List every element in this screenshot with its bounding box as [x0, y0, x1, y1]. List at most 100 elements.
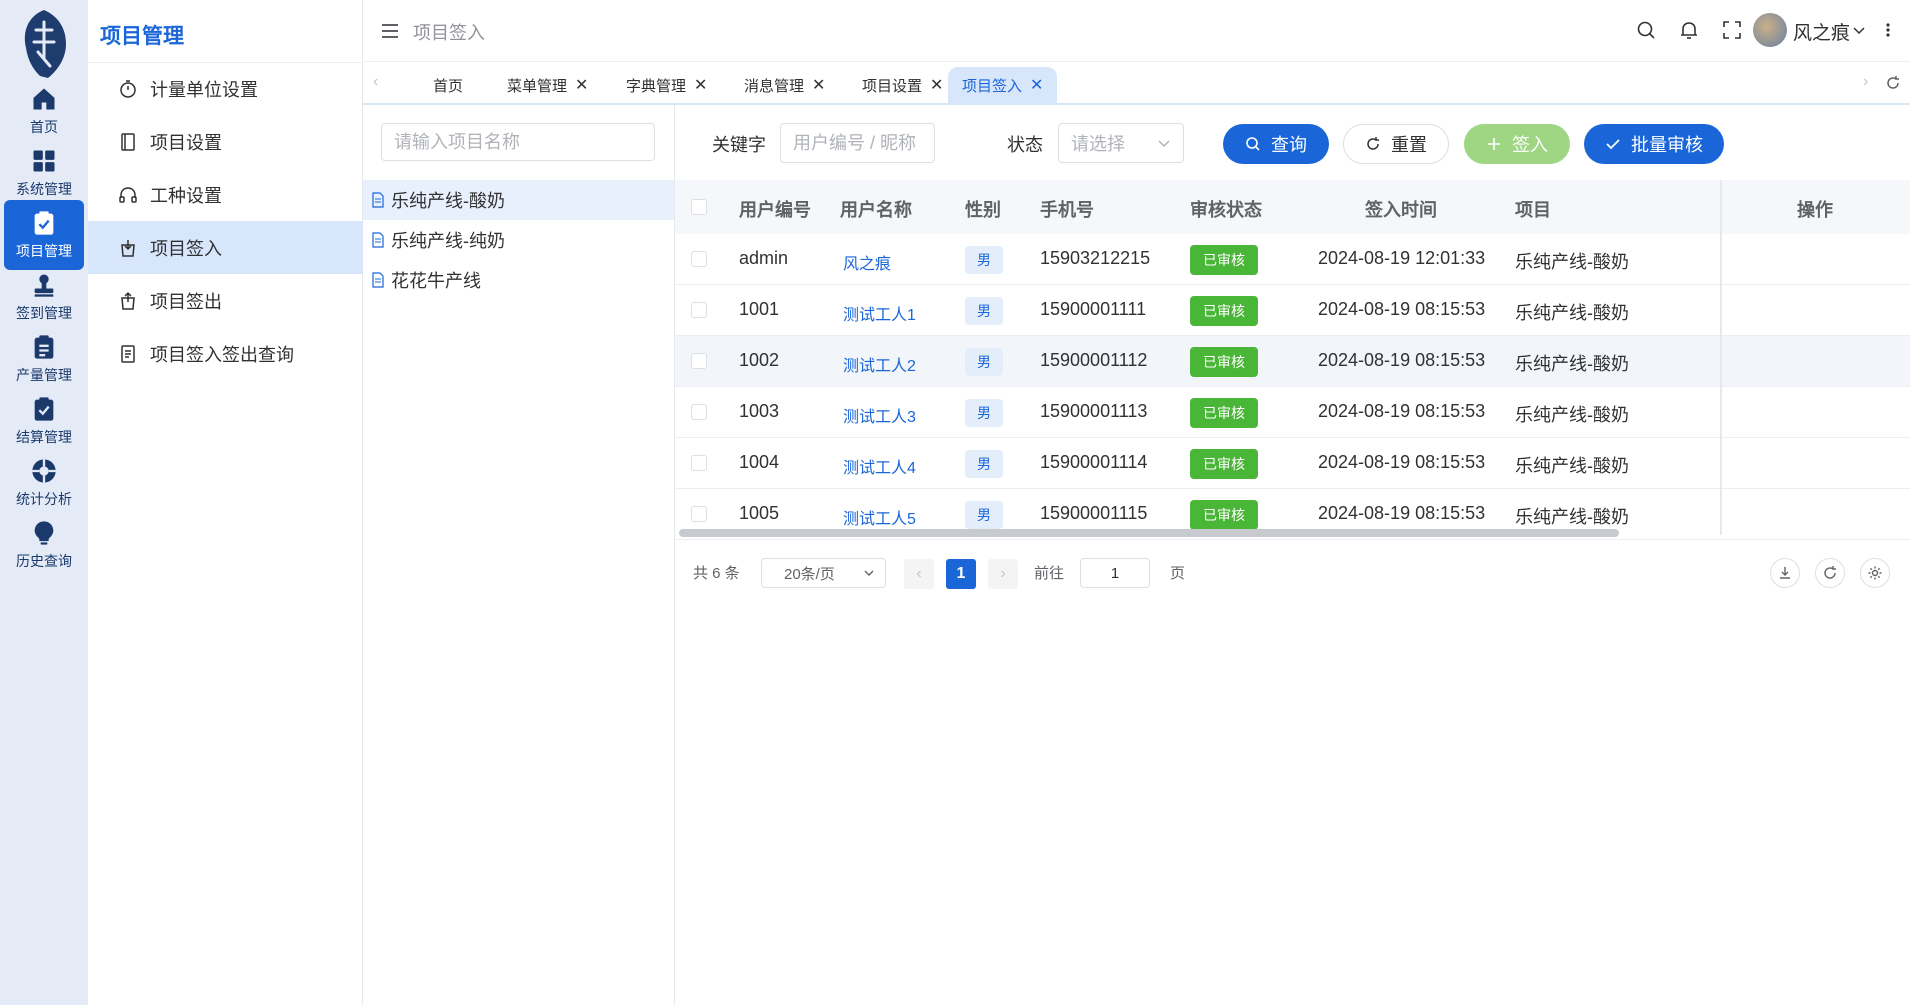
cell-user-name[interactable]: 测试工人2: [843, 352, 916, 376]
tab-message-management[interactable]: 消息管理 ✕: [730, 67, 839, 103]
checkin-button[interactable]: 签入: [1464, 124, 1570, 164]
export-button[interactable]: [1770, 558, 1800, 588]
refresh-button[interactable]: [1815, 558, 1845, 588]
cell-phone: 15900001113: [1040, 401, 1148, 421]
tree-item-project[interactable]: 乐纯产线-酸奶: [363, 180, 674, 220]
gender-tag: 男: [965, 399, 1003, 427]
rail-item-stats[interactable]: 统计分析: [4, 448, 84, 518]
submenu-item-label: 工种设置: [150, 185, 222, 206]
close-icon[interactable]: ✕: [812, 75, 825, 95]
cell-user-name[interactable]: 测试工人3: [843, 403, 916, 427]
status-select[interactable]: 请选择: [1058, 123, 1184, 163]
cell-user-id: 1004: [739, 452, 780, 472]
stamp-icon: [34, 274, 54, 297]
username[interactable]: 风之痕: [1793, 18, 1850, 45]
submenu-item-label: 项目签出: [150, 291, 222, 312]
submenu-item-project-settings[interactable]: 项目设置: [88, 115, 363, 168]
column-header[interactable]: 签入时间: [1365, 196, 1437, 222]
bell-icon[interactable]: [1678, 19, 1700, 41]
gender-tag: 男: [965, 450, 1003, 478]
batch-review-button[interactable]: 批量审核: [1584, 124, 1724, 164]
close-icon[interactable]: ✕: [1030, 75, 1043, 95]
column-header[interactable]: 用户名称: [840, 196, 912, 222]
rail-item-home[interactable]: 首页: [4, 76, 84, 146]
project-search-input[interactable]: [381, 123, 655, 161]
row-checkbox[interactable]: [691, 506, 707, 522]
rail-item-history[interactable]: 历史查询: [4, 510, 84, 580]
rail-item-system[interactable]: 系统管理: [4, 138, 84, 208]
column-header[interactable]: 手机号: [1040, 196, 1094, 222]
status-badge: 已审核: [1190, 245, 1258, 275]
keyword-input[interactable]: [780, 123, 935, 163]
prev-page-button[interactable]: ‹: [904, 559, 934, 589]
horizontal-scrollbar[interactable]: [679, 529, 1619, 537]
column-settings-button[interactable]: [1860, 558, 1890, 588]
tree-item-project[interactable]: 乐纯产线-纯奶: [363, 220, 674, 260]
cell-checkin-time: 2024-08-19 12:01:33: [1318, 248, 1486, 268]
page-size-value: 20条/页: [784, 565, 835, 583]
row-checkbox[interactable]: [691, 404, 707, 420]
breadcrumb[interactable]: 项目签入: [413, 19, 485, 45]
row-checkbox[interactable]: [691, 251, 707, 267]
page-size-select[interactable]: 20条/页: [761, 558, 886, 588]
tree-item-label: 乐纯产线-酸奶: [391, 191, 505, 211]
cell-phone: 15900001111: [1040, 299, 1147, 319]
status-label: 状态: [1007, 135, 1043, 155]
row-checkbox[interactable]: [691, 455, 707, 471]
close-icon[interactable]: ✕: [694, 75, 707, 95]
check-icon: [1606, 139, 1620, 150]
rail-item-project[interactable]: 项目管理: [4, 200, 84, 270]
tab-home[interactable]: 首页: [419, 67, 477, 103]
tree-item-project[interactable]: 花花牛产线: [363, 260, 674, 300]
page-number-current[interactable]: 1: [946, 559, 976, 589]
document-icon: [121, 344, 135, 363]
icon-rail: 首页 系统管理 项目管理 签到管理 产量管理 结算管理 统计分析 历史查询: [0, 0, 88, 1005]
row-checkbox[interactable]: [691, 302, 707, 318]
rail-item-output[interactable]: 产量管理: [4, 324, 84, 394]
search-button-label: 查询: [1271, 135, 1307, 155]
submenu-item-unit-settings[interactable]: 计量单位设置: [88, 62, 363, 115]
tab-scroll-left-icon[interactable]: ‹: [373, 73, 378, 91]
top-header: 项目签入 风之痕: [363, 0, 1910, 62]
search-icon[interactable]: [1635, 19, 1657, 41]
checkin-button-label: 签入: [1512, 135, 1548, 155]
cell-user-name[interactable]: 风之痕: [843, 250, 891, 274]
column-header[interactable]: 项目: [1515, 196, 1551, 222]
submenu-item-checkin-checkout-query[interactable]: 项目签入签出查询: [88, 327, 363, 380]
search-button[interactable]: 查询: [1223, 124, 1329, 164]
more-vertical-icon[interactable]: [1883, 19, 1893, 41]
cell-user-name[interactable]: 测试工人4: [843, 454, 916, 478]
column-header[interactable]: 性别: [965, 196, 1001, 222]
avatar[interactable]: [1753, 13, 1787, 47]
tab-project-settings[interactable]: 项目设置 ✕: [848, 67, 957, 103]
goto-page-input[interactable]: [1080, 558, 1150, 588]
next-page-button[interactable]: ›: [988, 559, 1018, 589]
tab-project-checkin[interactable]: 项目签入 ✕: [948, 67, 1058, 103]
close-icon[interactable]: ✕: [575, 75, 588, 95]
select-all-checkbox[interactable]: [691, 199, 707, 215]
reset-button[interactable]: 重置: [1343, 124, 1449, 164]
row-checkbox[interactable]: [691, 353, 707, 369]
tab-scroll-right-icon[interactable]: ›: [1863, 73, 1868, 91]
rail-item-label: 系统管理: [16, 181, 72, 197]
tab-menu-management[interactable]: 菜单管理 ✕: [493, 67, 602, 103]
fullscreen-icon[interactable]: [1721, 19, 1743, 41]
submenu-item-worktype-settings[interactable]: 工种设置: [88, 168, 363, 221]
refresh-icon[interactable]: [1885, 75, 1901, 91]
chevron-down-icon[interactable]: [1851, 22, 1867, 38]
menu-toggle-icon[interactable]: [379, 20, 401, 42]
tab-label: 菜单管理: [507, 77, 568, 95]
cell-user-name[interactable]: 测试工人5: [843, 505, 916, 529]
cell-user-name[interactable]: 测试工人1: [843, 301, 916, 325]
rail-item-signin[interactable]: 签到管理: [4, 262, 84, 332]
tab-label: 字典管理: [626, 77, 687, 95]
submenu-item-project-checkout[interactable]: 项目签出: [88, 274, 363, 327]
submenu-item-project-checkin[interactable]: 项目签入: [88, 221, 363, 274]
column-header[interactable]: 用户编号: [739, 196, 811, 222]
bag-out-icon: [121, 291, 135, 310]
close-icon[interactable]: ✕: [930, 75, 943, 95]
tab-dict-management[interactable]: 字典管理 ✕: [612, 67, 721, 103]
keyword-label: 关键字: [712, 135, 766, 155]
column-header[interactable]: 审核状态: [1190, 196, 1262, 222]
rail-item-settlement[interactable]: 结算管理: [4, 386, 84, 456]
